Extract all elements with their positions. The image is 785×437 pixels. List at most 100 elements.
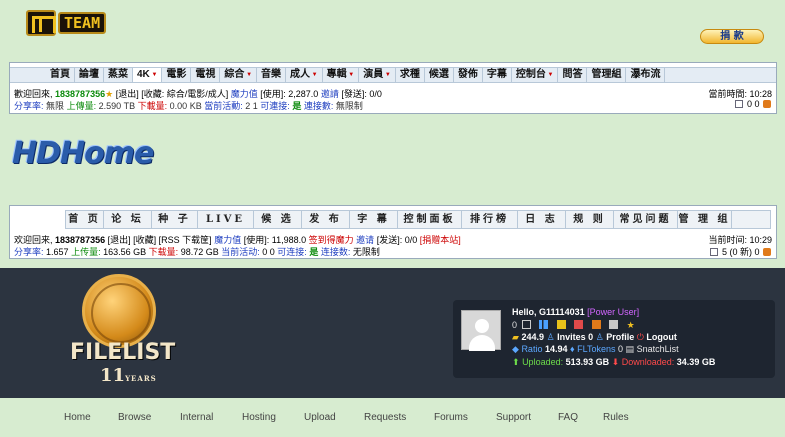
donate-link[interactable]: [捐赠本站] [420, 235, 461, 245]
hdhome-menu-item[interactable]: 日 志 [518, 211, 566, 228]
bonus-value[interactable]: 244.9 [521, 332, 544, 342]
filelist-nav-item[interactable]: Home [64, 412, 118, 423]
mteam-menu-item[interactable]: 首頁 [46, 68, 75, 82]
ratio-label: 分享率: [14, 247, 44, 257]
people-icon[interactable] [556, 320, 566, 330]
profile-link[interactable]: Profile [606, 332, 634, 342]
mteam-menu-item[interactable]: 候選 [425, 68, 454, 82]
mteam-menu-item[interactable]: 電視 [191, 68, 221, 82]
hdhome-menu-item[interactable]: 管 理 组 [678, 211, 732, 228]
hdhome-messages[interactable]: 5 (0 新) 0 [709, 245, 772, 258]
rss-basket-link[interactable]: [RSS 下载筐] [159, 235, 212, 245]
star-icon: ★ [105, 89, 114, 99]
username-link[interactable]: 1838787356 [55, 235, 105, 245]
filelist-nav-item[interactable]: Forums [434, 412, 496, 423]
mteam-logo[interactable]: TEAM [26, 8, 107, 38]
fltokens-value: 0 [618, 344, 624, 354]
filelist-nav-item[interactable]: Support [496, 412, 558, 423]
star-icon[interactable]: ★ [627, 320, 635, 330]
hdhome-menu-item[interactable]: 候 选 [254, 211, 302, 228]
mteam-menu-item[interactable]: 演員 [359, 68, 396, 82]
hdhome-menu-item[interactable]: 论 坛 [104, 211, 152, 228]
donate-button[interactable]: 捐 款 [700, 29, 764, 44]
hdhome-menu-item[interactable]: 种 子 [152, 211, 198, 228]
mteam-menu-item[interactable]: 求種 [396, 68, 425, 82]
hdhome-stats: 分享率: 1.657 上传量: 163.56 GB 下载量: 98.72 GB … [14, 245, 380, 258]
filelist-nav-item[interactable]: Browse [118, 412, 180, 423]
filelist-nav-item[interactable]: Requests [364, 412, 434, 423]
username-link[interactable]: G11114031 [539, 307, 585, 317]
bonus-label[interactable]: 魔力值 [214, 235, 241, 245]
bookmarks-link[interactable]: [收藏] [133, 235, 156, 245]
bonus-label[interactable]: 魔力值 [231, 89, 258, 99]
mteam-menu-item[interactable]: 4K [133, 68, 163, 82]
hdhome-menu-item[interactable]: LIVE [198, 211, 254, 228]
mail-icon[interactable] [735, 100, 744, 108]
mail-icon[interactable] [521, 320, 531, 330]
filelist-header: FILELIST 11YEARS Hello, G11114031 [Power… [0, 268, 785, 398]
mteam-menu-item[interactable]: 專輯 [323, 68, 360, 82]
mteam-menu-item[interactable]: 電影 [162, 68, 192, 82]
stats-icon[interactable] [539, 320, 549, 330]
mteam-stats: 分享率: 無限 上傳量: 2.590 TB 下載量: 0.00 KB 當前活動:… [14, 99, 363, 112]
mteam-userbar: 首頁論壇蒸菜4K電影電視綜合音樂成人專輯演員求種候選發佈字幕控制台問答管理組瀑布… [9, 62, 777, 114]
filelist-nav-item[interactable]: Rules [603, 412, 643, 423]
filelist-user-panel: Hello, G11114031 [Power User] 0 ★ ▰ 244.… [453, 300, 775, 378]
logout-link[interactable]: Logout [646, 332, 677, 342]
hdhome-menu-item[interactable]: 常见问题 [614, 211, 678, 228]
signin-link[interactable]: 签到得魔力 [309, 235, 354, 245]
fltokens-link[interactable]: FLTokens [577, 344, 615, 354]
invite-label[interactable]: 邀請 [321, 89, 339, 99]
hdhome-menu-item[interactable]: 排行榜 [462, 211, 518, 228]
download-value: 98.72 GB [180, 247, 219, 257]
mteam-menu-item[interactable]: 發佈 [454, 68, 483, 82]
logout-link[interactable]: [退出] [116, 89, 139, 99]
ratio-value: 無限 [46, 101, 65, 111]
mteam-menu-item[interactable]: 瀑布流 [626, 68, 666, 82]
snatchlist-link[interactable]: SnatchList [637, 344, 679, 354]
mail-icon[interactable] [710, 248, 719, 256]
hdhome-menu-item[interactable]: 发 布 [302, 211, 350, 228]
bookmarks-link[interactable]: [收藏: 綜合/電影/成人] [141, 89, 228, 99]
mteam-messages[interactable]: 0 0 [734, 99, 772, 109]
filelist-nav-item[interactable]: Internal [180, 412, 242, 423]
mteam-menu-item[interactable]: 論壇 [75, 68, 104, 82]
connections-label: 连接数: [320, 247, 351, 257]
mteam-menu-item[interactable]: 字幕 [483, 68, 512, 82]
filelist-nav-item[interactable]: Upload [304, 412, 364, 423]
invite-label[interactable]: 邀请 [356, 235, 374, 245]
trophy-icon[interactable] [609, 320, 619, 330]
hello-line: Hello, G11114031 [Power User] [512, 307, 639, 317]
filelist-nav-item[interactable]: Hosting [242, 412, 304, 423]
logout-link[interactable]: [退出] [108, 235, 131, 245]
mteam-main-menu: 首頁論壇蒸菜4K電影電視綜合音樂成人專輯演員求種候選發佈字幕控制台問答管理組瀑布… [10, 67, 776, 83]
mteam-menu-item[interactable]: 控制台 [512, 68, 559, 82]
message-counts: 0 0 [746, 99, 760, 109]
rss-icon[interactable] [763, 248, 771, 256]
mteam-menu-item[interactable]: 管理組 [587, 68, 627, 82]
hdhome-menu-item[interactable]: 首 页 [66, 211, 104, 228]
avatar[interactable] [461, 310, 501, 351]
hdhome-menu-item[interactable]: 字 幕 [350, 211, 398, 228]
bookmark-icon[interactable] [574, 320, 584, 330]
rss-icon[interactable] [763, 100, 771, 108]
mteam-menu-item[interactable]: 綜合 [220, 68, 258, 82]
filelist-logo-text[interactable]: FILELIST [70, 340, 175, 365]
mteam-menu-item[interactable]: 問答 [558, 68, 588, 82]
filelist-nav-item[interactable]: FAQ [558, 412, 603, 423]
hdhome-menu-item[interactable]: 控制面板 [398, 211, 462, 228]
active-value: 0 0 [262, 247, 275, 257]
mteam-menu-item[interactable]: 蒸菜 [104, 68, 133, 82]
rss-icon[interactable] [591, 320, 601, 330]
username-link[interactable]: 1838787356 [55, 89, 105, 99]
mteam-menu-item[interactable]: 音樂 [257, 68, 287, 82]
hdhome-menu-item[interactable]: 规 则 [566, 211, 614, 228]
hdhome-logo[interactable]: HDHome [12, 136, 154, 171]
invites-link[interactable]: Invites [557, 332, 586, 342]
bonus-value: [使用]: 2,287.0 [260, 89, 319, 99]
upload-value: 163.56 GB [103, 247, 147, 257]
mteam-menu-item[interactable]: 成人 [286, 68, 323, 82]
connections-value: 無限制 [335, 101, 363, 111]
invites-icon: ♙ [546, 332, 555, 342]
filelist-emblem-icon [82, 274, 156, 348]
